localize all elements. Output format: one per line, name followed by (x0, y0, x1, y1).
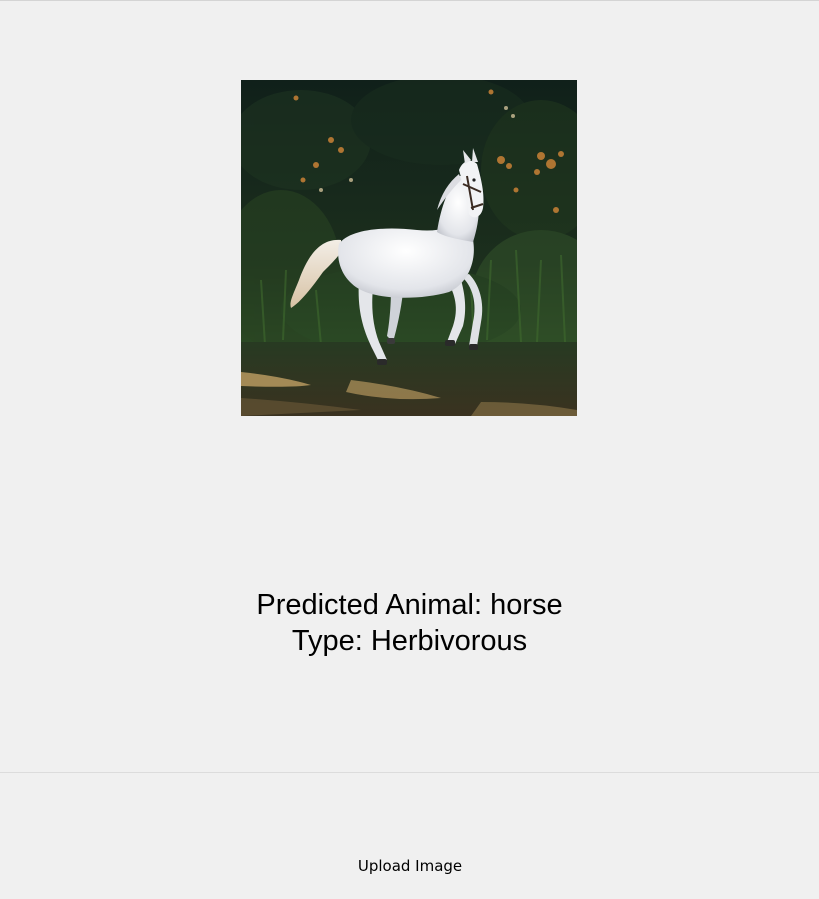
horse-photo (241, 80, 577, 416)
app-window: Predicted Animal: horse Type: Herbivorou… (0, 0, 819, 899)
predicted-animal-label: Predicted Animal: horse (256, 589, 563, 621)
uploaded-image (241, 80, 577, 416)
upload-image-button[interactable]: Upload Image (340, 847, 480, 885)
prediction-result: Predicted Animal: horse Type: Herbivorou… (0, 587, 819, 659)
divider (0, 772, 819, 773)
animal-type-label: Type: Herbivorous (291, 625, 528, 657)
